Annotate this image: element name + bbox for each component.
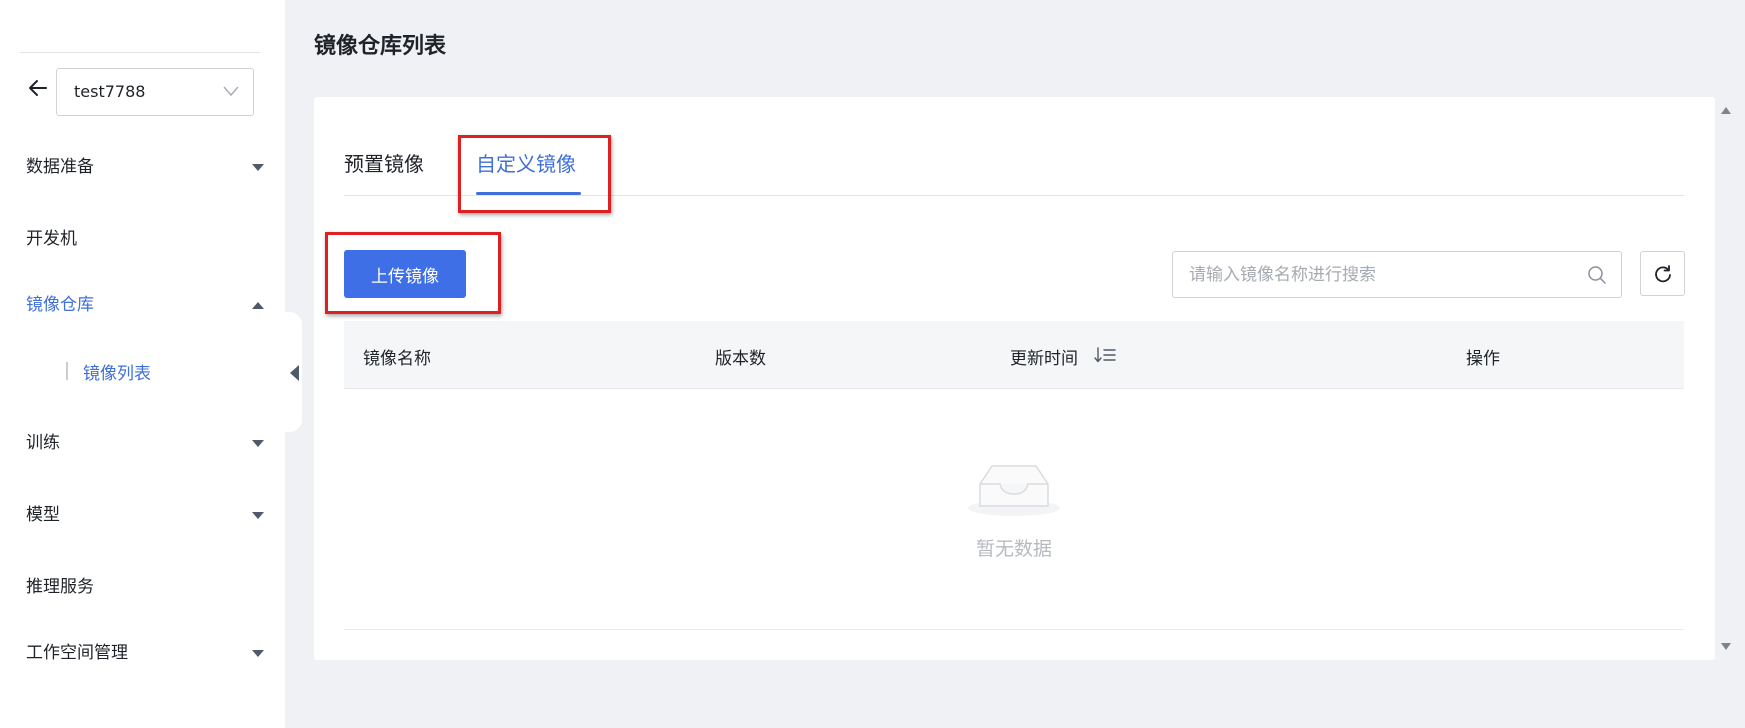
upload-image-button[interactable]: 上传镜像 [344,250,466,298]
sidebar-item-inference[interactable]: 推理服务 [26,572,266,602]
sidebar-collapse-button[interactable] [280,312,302,432]
sidebar-item-label: 开发机 [26,229,77,249]
arrow-left-icon[interactable] [26,76,50,100]
page-title: 镜像仓库列表 [314,34,447,59]
column-header-actions: 操作 [1466,349,1500,369]
sidebar-item-model[interactable]: 模型 [26,500,266,530]
tab-custom-images[interactable]: 自定义镜像 [476,148,576,177]
sidebar-item-label: 数据准备 [26,157,94,177]
scroll-down-icon[interactable] [1721,643,1731,650]
sort-icon[interactable] [1094,345,1116,365]
caret-down-icon [252,650,264,657]
active-tab-indicator [476,192,581,195]
search-box [1172,251,1622,298]
project-select[interactable]: test7788 [56,68,254,116]
search-input[interactable] [1189,252,1569,297]
empty-inbox-icon [968,465,1060,516]
subitem-indicator [66,362,68,380]
caret-down-icon [252,440,264,447]
search-icon[interactable] [1587,265,1607,285]
column-header-update-time[interactable]: 更新时间 [1010,344,1078,369]
sidebar-item-label: 推理服务 [26,577,94,597]
project-select-value: test7788 [74,82,146,101]
sidebar-item-label: 工作空间管理 [26,643,128,663]
sidebar-item-image-repo[interactable]: 镜像仓库 [26,290,266,320]
sidebar-item-training[interactable]: 训练 [26,428,266,458]
sidebar-divider [20,52,260,53]
scroll-up-icon[interactable] [1721,107,1731,114]
sidebar-item-dev-machine[interactable]: 开发机 [26,224,266,254]
column-header-image-name: 镜像名称 [363,349,431,369]
sidebar-item-label: 镜像仓库 [26,295,94,315]
empty-state: 暂无数据 [344,389,1684,629]
sidebar-item-workspace-mgmt[interactable]: 工作空间管理 [26,638,266,668]
table-header: 镜像名称 版本数 更新时间 操作 [344,321,1684,389]
scrollbar[interactable] [1715,97,1737,660]
caret-down-icon [252,164,264,171]
sidebar-subitem-label: 镜像列表 [83,364,151,384]
empty-state-text: 暂无数据 [975,538,1052,560]
sidebar: test7788 数据准备 开发机 镜像仓库 镜像列表 训练 模型 推理服务 工… [0,0,285,728]
collapse-left-icon [290,365,299,381]
caret-down-icon [252,512,264,519]
table-bottom-divider [344,629,1684,630]
caret-up-icon [252,302,264,309]
sidebar-item-data-prep[interactable]: 数据准备 [26,152,266,182]
refresh-button[interactable] [1640,251,1685,296]
sidebar-item-label: 模型 [26,505,60,525]
tab-preset-images[interactable]: 预置镜像 [344,148,424,177]
tabs-divider [344,195,1684,196]
refresh-icon [1655,265,1671,283]
column-header-version-count: 版本数 [715,349,766,369]
sidebar-item-label: 训练 [26,433,60,453]
chevron-down-icon [223,86,239,97]
